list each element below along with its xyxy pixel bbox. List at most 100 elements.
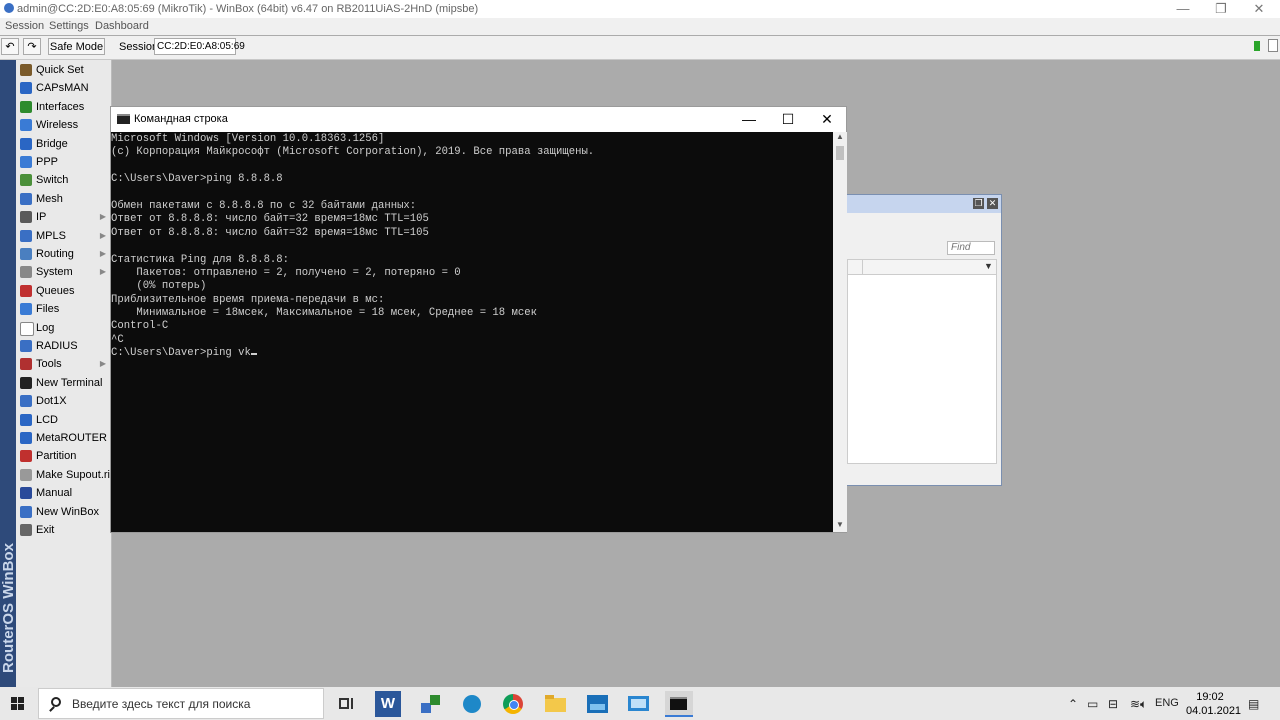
sidebar-item-switch[interactable]: Switch: [18, 171, 110, 189]
sidebar-item-partition[interactable]: Partition: [18, 447, 110, 465]
chevron-right-icon: ▶: [99, 249, 106, 258]
wireless-icon: [20, 119, 32, 132]
sidebar-item-metarouter[interactable]: MetaROUTER: [18, 429, 110, 447]
sidebar-item-manual[interactable]: Manual: [18, 484, 110, 502]
sidebar-item-label: IP: [36, 211, 47, 224]
redo-button[interactable]: ↷: [23, 38, 41, 55]
chrome-icon[interactable]: [500, 691, 526, 717]
sidebar-item-radius[interactable]: RADIUS: [18, 337, 110, 355]
files-icon: [20, 303, 32, 316]
sidebar-item-routing[interactable]: Routing ▶: [18, 245, 110, 263]
close-icon[interactable]: ✕: [1244, 0, 1274, 18]
taskbar-search[interactable]: Введите здесь текст для поиска: [38, 688, 324, 719]
file-explorer-icon[interactable]: [542, 691, 568, 717]
close-icon[interactable]: ✕: [807, 107, 847, 132]
close-icon[interactable]: ✕: [987, 198, 998, 209]
edge-icon[interactable]: [459, 691, 485, 717]
find-input[interactable]: [947, 241, 995, 255]
maximize-icon[interactable]: ☐: [768, 107, 808, 132]
sidebar-item-log[interactable]: Log: [18, 319, 110, 337]
sidebar-item-dot1x[interactable]: Dot1X: [18, 392, 110, 410]
sidebar-item-label: PPP: [36, 156, 59, 168]
sidebar-item-wireless[interactable]: Wireless: [18, 116, 110, 134]
wifi-icon[interactable]: ≋: [1130, 697, 1140, 711]
search-placeholder: Введите здесь текст для поиска: [72, 697, 251, 711]
photos-icon[interactable]: [584, 691, 610, 717]
cmd-current-input[interactable]: C:\Users\Daver>ping vk: [111, 347, 831, 360]
interfaces-icon: [20, 100, 32, 113]
restore-icon[interactable]: ❐: [973, 198, 984, 209]
sidebar-item-label: Manual: [36, 487, 73, 500]
chevron-up-icon[interactable]: ⌃: [1068, 697, 1078, 711]
sidebar-item-label: Files: [36, 303, 60, 316]
chevron-right-icon: ▶: [99, 212, 106, 222]
sidebar-item-label: Routing: [36, 248, 74, 260]
notifications-icon[interactable]: ▤: [1248, 697, 1259, 711]
scroll-down-icon[interactable]: ▼: [833, 520, 847, 529]
remote-desktop-icon[interactable]: [625, 691, 651, 717]
cmd-scrollbar[interactable]: ▲ ▼: [833, 132, 847, 532]
redo-icon: ↷: [27, 41, 37, 53]
cmd-line: Пакетов: отправлено = 2, получено = 2, п…: [111, 266, 461, 279]
sidebar-item-label: Log: [36, 321, 55, 334]
scroll-up-icon[interactable]: ▲: [833, 132, 847, 141]
sidebar-item-new-winbox[interactable]: New WinBox: [18, 503, 110, 521]
cmd-titlebar[interactable]: Командная строка — ☐ ✕: [111, 107, 846, 132]
volume-icon[interactable]: 🔈︎: [1140, 697, 1147, 712]
safe-mode-button[interactable]: Safe Mode: [48, 38, 105, 55]
background-window[interactable]: ❐ ✕ ▼: [846, 194, 1002, 486]
partition-icon: [20, 450, 32, 463]
sidebar-item-exit[interactable]: Exit: [18, 521, 110, 539]
sidebar-item-capsman[interactable]: CAPsMAN: [18, 79, 110, 97]
sidebar-item-ppp[interactable]: PPP: [18, 153, 110, 171]
cmd-line: ^C: [111, 333, 124, 346]
cmd-output[interactable]: Microsoft Windows [Version 10.0.18363.12…: [111, 133, 831, 531]
sidebar-item-files[interactable]: Files: [18, 300, 110, 318]
sidebar-item-label: MetaROUTER: [36, 432, 107, 444]
undo-button[interactable]: ↶: [1, 38, 19, 55]
sidebar-item-mesh[interactable]: Mesh: [18, 190, 110, 208]
menu-session[interactable]: Session: [5, 20, 44, 32]
lock-icon: [1268, 39, 1278, 52]
cmd-input-text: C:\Users\Daver>ping vk: [111, 347, 251, 360]
cmd-window[interactable]: Командная строка — ☐ ✕ Microsoft Windows…: [110, 106, 847, 533]
cmd-line: C:\Users\Daver>ping 8.8.8.8: [111, 173, 283, 186]
network-icon[interactable]: ⊟: [1108, 697, 1118, 711]
background-window-titlebar[interactable]: ❐ ✕: [847, 195, 1001, 213]
sidebar-item-mpls[interactable]: MPLS ▶: [18, 227, 110, 245]
sidebar-item-ip[interactable]: IP ▶: [18, 208, 110, 226]
sidebar-item-label: Interfaces: [36, 100, 85, 113]
cmd-taskbar-icon[interactable]: [665, 691, 693, 717]
sidebar-item-label: New WinBox: [36, 505, 99, 518]
menu-dashboard[interactable]: Dashboard: [95, 20, 149, 32]
sidebar-item-interfaces[interactable]: Interfaces: [18, 98, 110, 116]
sidebar-item-label: Mesh: [36, 192, 63, 205]
minimize-icon[interactable]: —: [1168, 0, 1198, 18]
sidebar-item-queues[interactable]: Queues: [18, 282, 110, 300]
battery-icon[interactable]: ▭: [1087, 697, 1098, 711]
scroll-thumb[interactable]: [836, 146, 844, 160]
background-table[interactable]: ▼: [847, 259, 997, 464]
maximize-icon[interactable]: ❐: [1206, 0, 1236, 18]
language-indicator[interactable]: ENG: [1155, 697, 1179, 709]
sidebar-item-new-terminal[interactable]: New Terminal: [18, 374, 110, 392]
network-app-icon[interactable]: [417, 691, 443, 717]
sidebar-item-bridge[interactable]: Bridge: [18, 135, 110, 153]
clock-time[interactable]: 19:02: [1196, 691, 1224, 703]
task-view-icon[interactable]: [333, 691, 359, 717]
word-icon[interactable]: W: [375, 691, 401, 717]
chevron-right-icon: ▶: [99, 267, 106, 277]
sidebar-item-tools[interactable]: Tools ▶: [18, 355, 110, 373]
clock-date[interactable]: 04.01.2021: [1186, 705, 1241, 717]
sidebar-item-lcd[interactable]: LCD: [18, 411, 110, 429]
sidebar-item-label: Wireless: [36, 119, 79, 132]
cmd-line: Microsoft Windows [Version 10.0.18363.12…: [111, 133, 385, 145]
manual-icon: [20, 487, 32, 500]
chevron-down-icon[interactable]: ▼: [984, 261, 993, 271]
sidebar-item-system[interactable]: System ▶: [18, 263, 110, 281]
minimize-icon[interactable]: —: [729, 107, 769, 132]
menu-settings[interactable]: Settings: [49, 20, 89, 32]
sidebar-item-make-supout-rif[interactable]: Make Supout.rif: [18, 466, 113, 484]
start-button[interactable]: [0, 687, 36, 720]
sidebar-item-quick-set[interactable]: Quick Set: [18, 61, 110, 79]
